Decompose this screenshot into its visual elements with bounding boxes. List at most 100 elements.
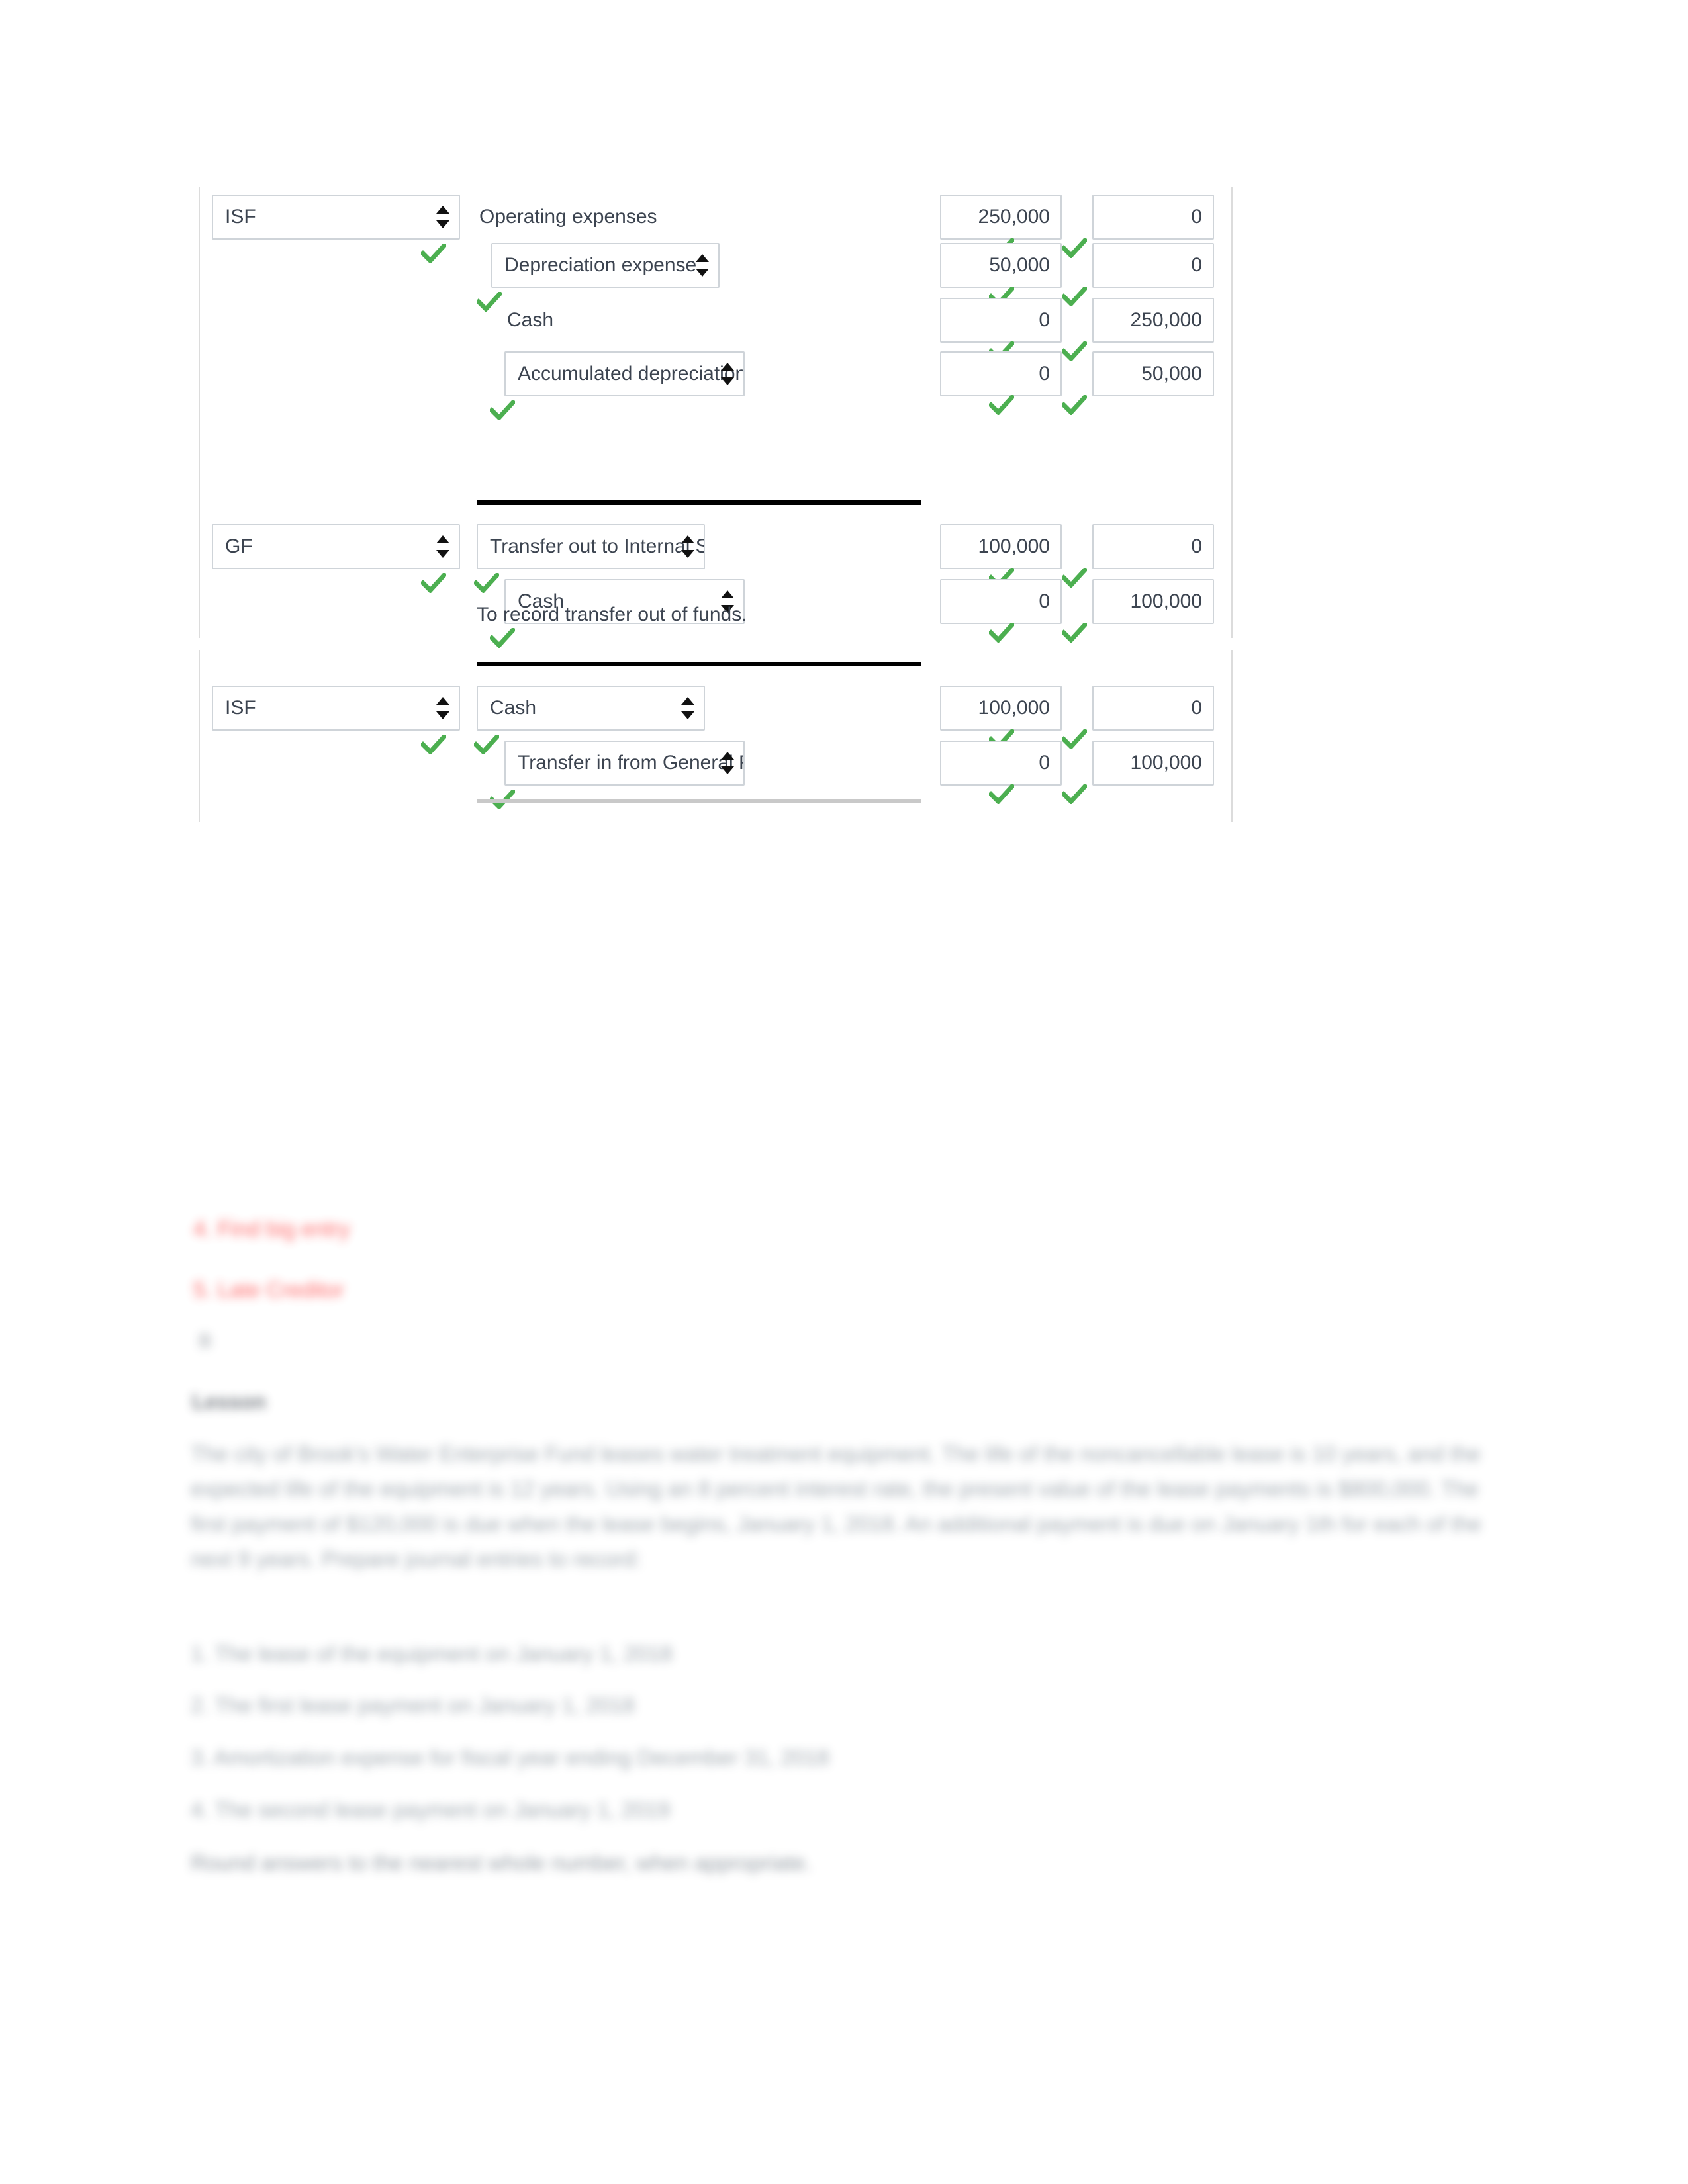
debit-input[interactable]: 0 — [940, 351, 1062, 396]
validation-check-icon — [490, 628, 515, 648]
account-select-value: Transfer out to Internal Service Fund — [490, 535, 704, 557]
account-cell: Cash — [504, 298, 769, 343]
fund-select[interactable]: GF — [212, 524, 460, 569]
fund-select-cell: GF — [212, 524, 460, 593]
credit-input[interactable]: 0 — [1092, 243, 1214, 288]
debit-value: 50,000 — [989, 254, 1050, 276]
debit-input[interactable]: 100,000 — [940, 686, 1062, 731]
account-select[interactable]: Depreciation expense — [491, 243, 720, 288]
obscured-paragraph: The city of Brook's Water Enterprise Fun… — [191, 1436, 1488, 1576]
fade-overlay — [0, 1085, 1688, 1178]
account-label: Operating expenses — [479, 206, 657, 228]
debit-value: 0 — [1039, 363, 1050, 385]
journal-entry-block: GF Transfer out to Internal Service Fund… — [199, 446, 1233, 648]
validation-check-icon — [1062, 784, 1087, 804]
credit-input[interactable]: 100,000 — [1092, 741, 1214, 786]
credit-value: 100,000 — [1130, 590, 1202, 612]
account-cell: Cash — [474, 686, 705, 754]
debit-value: 0 — [1039, 752, 1050, 774]
spinner-icon — [696, 254, 709, 277]
validation-check-icon — [490, 400, 515, 420]
credit-value: 0 — [1191, 697, 1202, 719]
credit-value: 50,000 — [1141, 363, 1202, 385]
account-select-value: Cash — [490, 697, 537, 719]
validation-check-icon — [1062, 395, 1087, 415]
validation-check-icon — [989, 623, 1014, 643]
obscured-list-item-text: 2. The first lease payment on January 1,… — [191, 1693, 635, 1717]
fund-select[interactable]: ISF — [212, 686, 460, 731]
debit-input[interactable]: 0 — [940, 741, 1062, 786]
account-label: Cash — [507, 309, 554, 331]
account-cell: Transfer in from General Fund — [490, 741, 745, 809]
fund-select[interactable]: ISF — [212, 195, 460, 240]
account-select[interactable]: Transfer in from General Fund — [504, 741, 745, 786]
spinner-icon — [436, 697, 449, 719]
debit-input[interactable]: 0 — [940, 298, 1062, 343]
obscured-list-item: 4. The second lease payment on January 1… — [191, 1797, 670, 1823]
journal-entry-form: ISF Operating expenses 250,000 0 Depreci… — [199, 187, 1233, 822]
obscured-closing-note-text: Round answers to the nearest whole numbe… — [191, 1850, 812, 1875]
fund-select-cell: ISF — [212, 195, 460, 263]
account-cell: Depreciation expense — [477, 243, 720, 312]
obscured-red-link[interactable]: 4. Find big entry — [193, 1216, 350, 1242]
credit-input[interactable]: 0 — [1092, 686, 1214, 731]
account-select-value: Accumulated depreciation — [518, 363, 745, 385]
spinner-icon — [436, 206, 449, 228]
obscured-red-link-text: 4. Find big entry — [193, 1216, 350, 1241]
credit-value: 100,000 — [1130, 752, 1202, 774]
spinner-icon — [436, 535, 449, 558]
account-select[interactable]: Transfer out to Internal Service Fund — [477, 524, 705, 569]
validation-check-icon — [989, 395, 1014, 415]
obscured-list-item: 2. The first lease payment on January 1,… — [191, 1693, 635, 1718]
account-select-value: Depreciation expense — [504, 254, 697, 276]
account-cell: Accumulated depreciation — [490, 351, 745, 420]
debit-value: 100,000 — [978, 697, 1050, 719]
fund-select-value: ISF — [225, 697, 256, 719]
obscured-list-item: 1. The lease of the equipment on January… — [191, 1641, 673, 1666]
entry-memo: To record transfer out of funds. — [477, 604, 747, 625]
credit-input[interactable]: 100,000 — [1092, 579, 1214, 624]
credit-value: 0 — [1191, 254, 1202, 276]
obscured-list-item-text: 4. The second lease payment on January 1… — [191, 1797, 671, 1822]
obscured-marker: B — [199, 1330, 212, 1353]
fund-select-value: ISF — [225, 206, 256, 228]
spinner-icon — [681, 697, 694, 719]
account-cell: Transfer out to Internal Service Fund — [474, 524, 705, 593]
spinner-icon — [721, 363, 734, 385]
account-select[interactable]: Accumulated depreciation — [504, 351, 745, 396]
account-select-value: Transfer in from General Fund — [518, 752, 743, 774]
debit-value: 0 — [1039, 590, 1050, 612]
entry-separator-rule — [477, 799, 921, 803]
debit-input[interactable]: 50,000 — [940, 243, 1062, 288]
validation-check-icon — [1062, 623, 1087, 643]
journal-entry-row: Accumulated depreciation 0 50,000 — [200, 343, 1231, 420]
credit-value: 250,000 — [1130, 309, 1202, 331]
credit-value: 0 — [1191, 535, 1202, 557]
entry-separator-rule — [477, 500, 921, 505]
debit-input[interactable]: 0 — [940, 579, 1062, 624]
obscured-list-item-text: 3. Amortization expense for fiscal year … — [191, 1745, 829, 1770]
obscured-paragraph-text: The city of Brook's Water Enterprise Fun… — [191, 1441, 1482, 1571]
obscured-red-link-text: 5. Late Creditor — [193, 1277, 344, 1302]
credit-input[interactable]: 0 — [1092, 195, 1214, 240]
spinner-icon — [681, 535, 694, 558]
debit-input[interactable]: 100,000 — [940, 524, 1062, 569]
credit-input[interactable]: 50,000 — [1092, 351, 1214, 396]
spinner-icon — [721, 752, 734, 774]
obscured-section-label-text: Lesson — [192, 1390, 267, 1414]
account-select[interactable]: Cash — [477, 686, 705, 731]
fund-select-cell: ISF — [212, 686, 460, 754]
debit-input[interactable]: 250,000 — [940, 195, 1062, 240]
fund-select-value: GF — [225, 535, 253, 557]
credit-input[interactable]: 0 — [1092, 524, 1214, 569]
journal-entry-row: Transfer in from General Fund 0 100,000 — [200, 733, 1231, 809]
obscured-red-link[interactable]: 5. Late Creditor — [193, 1277, 344, 1302]
obscured-marker-text: B — [199, 1330, 212, 1352]
debit-value: 100,000 — [978, 535, 1050, 557]
validation-check-icon — [989, 784, 1014, 804]
credit-value: 0 — [1191, 206, 1202, 228]
journal-entry-block: ISF Operating expenses 250,000 0 Depreci… — [199, 187, 1233, 446]
account-cell: Operating expenses — [477, 195, 953, 240]
credit-input[interactable]: 250,000 — [1092, 298, 1214, 343]
debit-value: 250,000 — [978, 206, 1050, 228]
